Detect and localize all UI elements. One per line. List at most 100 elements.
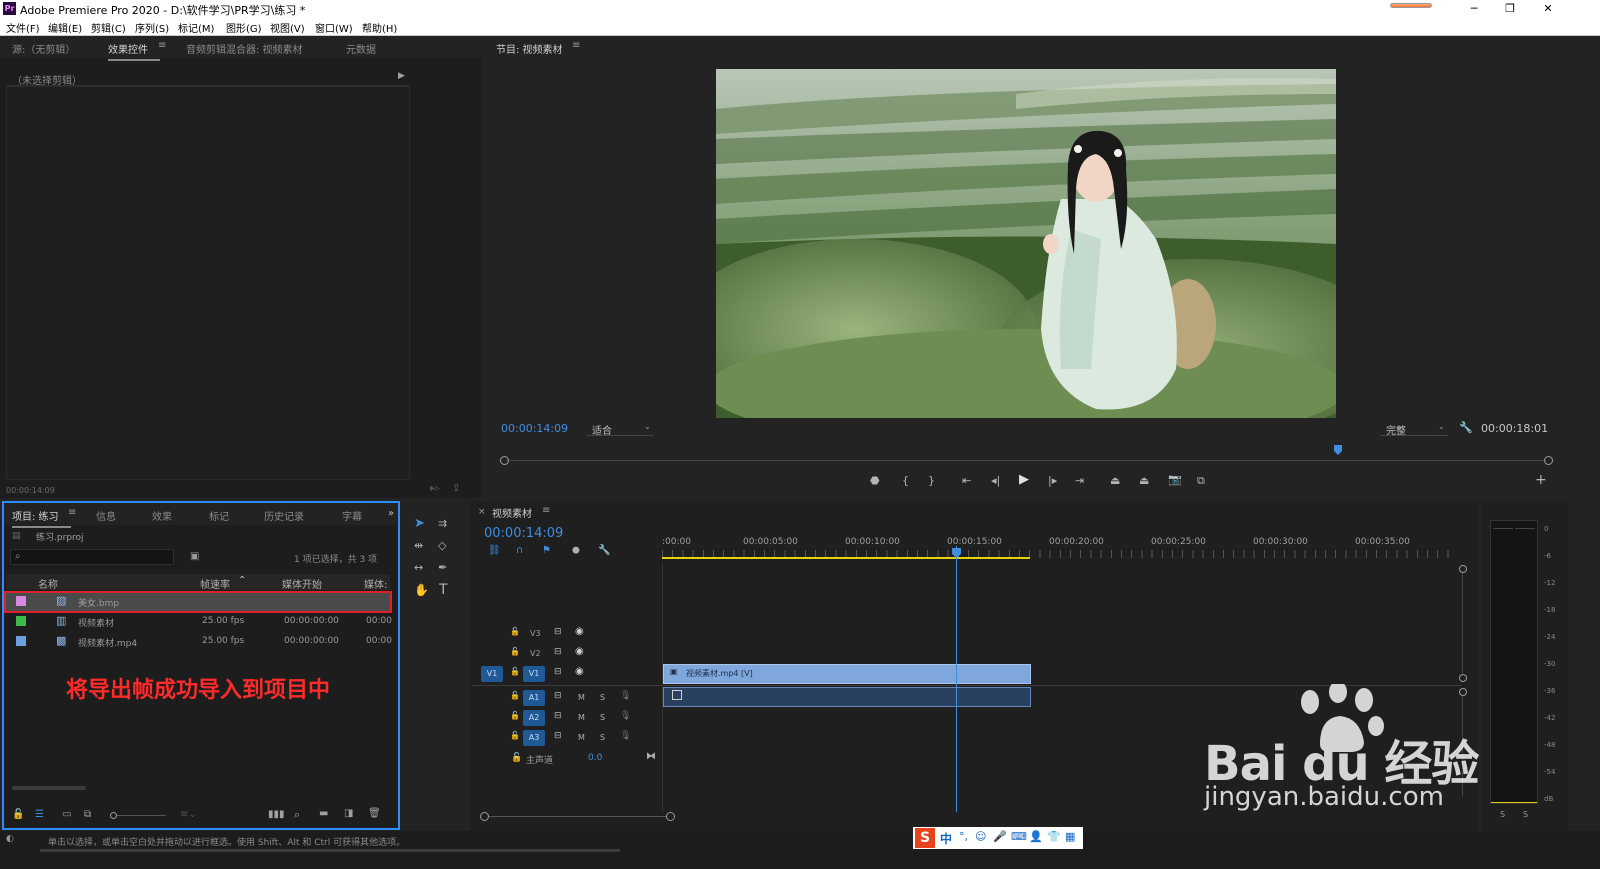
keyboard-icon[interactable]: ⌨ — [1011, 830, 1027, 843]
type-tool-icon[interactable]: T — [439, 582, 448, 598]
menu-graphics[interactable]: 图形(G) — [226, 20, 262, 35]
wrench-settings-icon[interactable]: 🔧 — [1459, 421, 1473, 434]
timeline-settings-wrench-icon[interactable]: 🔧 — [598, 545, 610, 556]
microphone-icon[interactable]: 🎙 — [620, 691, 631, 701]
solo-button[interactable]: S — [600, 693, 605, 702]
track-label-v2[interactable]: V2 — [530, 649, 541, 658]
trash-icon[interactable]: 🗑 — [368, 808, 381, 819]
add-marker-icon[interactable]: ⬣ — [572, 546, 580, 556]
extract-button[interactable]: ⏏ — [1139, 474, 1149, 488]
tab-project[interactable]: 项目: 练习 — [12, 508, 71, 528]
voice-input-icon[interactable]: 🎤 — [993, 830, 1007, 843]
freeform-view-icon[interactable]: ⧉ — [84, 809, 91, 820]
fit-zoom-select[interactable]: 适合 ⌄ — [586, 421, 654, 437]
mute-button[interactable]: M — [578, 713, 585, 722]
program-mini-timeline[interactable] — [500, 445, 1553, 467]
project-horizontal-scrollbar[interactable] — [12, 786, 86, 790]
mute-button[interactable]: M — [578, 693, 585, 702]
export-icon[interactable]: ⇪ — [452, 483, 460, 494]
close-tab-icon[interactable]: × — [478, 507, 486, 517]
ime-toolbar[interactable]: S 中 °, ☺ 🎤 ⌨ 👤 👕 ▦ — [913, 827, 1083, 849]
vertical-zoom-handle[interactable] — [1459, 674, 1467, 682]
lock-icon[interactable]: 🔓 — [510, 691, 520, 700]
lock-icon[interactable]: 🔓 — [510, 711, 520, 720]
find-icon[interactable]: ⌕ — [294, 808, 300, 822]
go-to-end-icon[interactable]: ⧓ — [646, 751, 656, 762]
label-color-swatch[interactable] — [16, 636, 26, 646]
sync-lock-icon[interactable]: ⊟ — [554, 731, 562, 741]
hand-tool-icon[interactable]: ✋ — [414, 583, 429, 597]
filter-icon[interactable]: ▸▹ — [430, 483, 440, 494]
comparison-view-button[interactable]: ⧉ — [1197, 474, 1205, 488]
eye-visibility-icon[interactable]: ◉ — [575, 666, 584, 677]
lock-icon[interactable]: 🔓 — [510, 627, 520, 636]
timeline-horizontal-scrollbar[interactable] — [480, 812, 676, 822]
play-button[interactable]: ▶ — [1019, 473, 1029, 487]
solo-button[interactable]: S — [600, 733, 605, 742]
list-view-icon[interactable]: ☰ — [35, 809, 44, 820]
track-target-a2[interactable]: A2 — [523, 710, 545, 726]
menu-sequence[interactable]: 序列(S) — [135, 20, 169, 35]
playback-resolution-select[interactable]: 完整 ⌄ — [1380, 421, 1448, 437]
zoom-slider[interactable] — [110, 812, 166, 819]
timeline-tab[interactable]: 视频素材 — [492, 505, 532, 520]
step-back-button[interactable]: ◂| — [991, 474, 1000, 488]
microphone-icon[interactable]: 🎙 — [620, 711, 631, 721]
pen-tool-icon[interactable]: ✒ — [438, 561, 447, 574]
mark-out-button[interactable]: } — [928, 474, 935, 488]
ime-mode[interactable]: 中 — [940, 830, 952, 847]
mark-in-button[interactable]: { — [902, 474, 909, 488]
sort-icons-icon[interactable]: ≡⌄ — [180, 809, 197, 820]
lift-button[interactable]: ⏏ — [1110, 474, 1120, 488]
track-target-a3[interactable]: A3 — [523, 730, 545, 746]
tab-info[interactable]: 信息 — [96, 508, 116, 523]
project-item-row[interactable]: ▥ 视频素材 25.00 fps 00:00:00:00 00:00 — [6, 612, 392, 632]
add-button-icon[interactable]: + — [1535, 473, 1547, 487]
add-marker-button[interactable]: ⬣ — [870, 474, 880, 488]
work-area-bar[interactable] — [662, 557, 1030, 559]
sync-lock-icon[interactable]: ⊟ — [554, 647, 562, 657]
menu-view[interactable]: 视图(V) — [270, 20, 305, 35]
maximize-button[interactable]: ❐ — [1492, 0, 1528, 18]
source-patch-v1[interactable]: V1 — [481, 666, 503, 682]
sync-lock-icon[interactable]: ⊟ — [554, 667, 562, 677]
eye-visibility-icon[interactable]: ◉ — [575, 646, 584, 657]
tab-effect-controls[interactable]: 效果控件 — [108, 41, 160, 61]
project-search-input[interactable]: ⌕ — [10, 549, 174, 565]
track-label-v3[interactable]: V3 — [530, 629, 541, 638]
toolbox-icon[interactable]: ▦ — [1065, 830, 1075, 843]
selection-tool-icon[interactable]: ➤ — [414, 516, 425, 531]
audio-clip[interactable] — [663, 687, 1031, 707]
tab-effects[interactable]: 效果 — [152, 508, 172, 523]
tab-source[interactable]: 源:（无剪辑） — [12, 41, 75, 56]
tab-markers[interactable]: 标记 — [209, 508, 229, 523]
panel-menu-icon[interactable]: ≡ — [68, 507, 76, 518]
export-frame-camera-icon[interactable]: 📷 — [1168, 473, 1182, 487]
menu-clip[interactable]: 剪辑(C) — [91, 20, 126, 35]
expand-arrow-icon[interactable]: ▶ — [398, 71, 405, 81]
linked-selection-icon[interactable]: ⚑ — [542, 545, 551, 556]
go-to-in-button[interactable]: ⇤ — [962, 474, 971, 488]
eye-visibility-icon[interactable]: ◉ — [575, 626, 584, 637]
solo-button[interactable]: S — [600, 713, 605, 722]
track-target-v1[interactable]: V1 — [523, 666, 545, 682]
column-name[interactable]: 名称 — [38, 576, 58, 591]
lock-icon[interactable]: 🔓 — [510, 647, 520, 656]
solo-left-button[interactable]: S — [1500, 810, 1505, 819]
column-media-end[interactable]: 媒体: — [364, 576, 387, 591]
column-frame-rate[interactable]: 帧速率 — [200, 576, 230, 591]
menu-marker[interactable]: 标记(M) — [178, 20, 214, 35]
ripple-edit-tool-icon[interactable]: ⇹ — [414, 539, 423, 552]
minimize-button[interactable]: ─ — [1456, 0, 1492, 18]
more-tabs-icon[interactable]: » — [388, 508, 394, 519]
timeline-timecode[interactable]: 00:00:14:09 — [484, 526, 563, 541]
video-clip[interactable]: ▣ 视频素材.mp4 [V] — [663, 664, 1031, 684]
microphone-icon[interactable]: 🎙 — [620, 731, 631, 741]
user-icon[interactable]: 👤 — [1029, 830, 1043, 843]
column-media-start[interactable]: 媒体开始 — [282, 576, 322, 591]
tab-history[interactable]: 历史记录 — [264, 508, 304, 523]
project-item-row[interactable]: ▩ 视频素材.mp4 25.00 fps 00:00:00:00 00:00 — [6, 632, 392, 652]
close-window-button[interactable]: ✕ — [1530, 0, 1566, 18]
master-volume-value[interactable]: 0.0 — [588, 753, 602, 763]
track-target-a1[interactable]: A1 — [523, 690, 545, 706]
